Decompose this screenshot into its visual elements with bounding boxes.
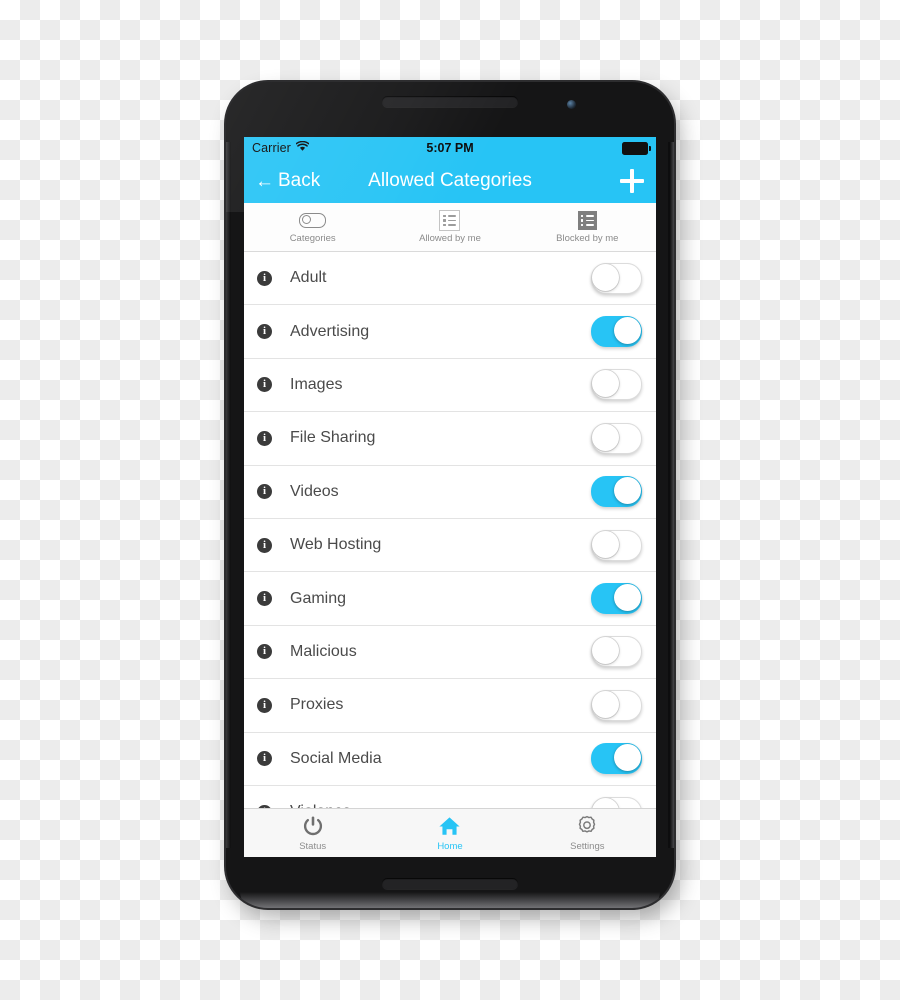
list-filled-icon bbox=[577, 211, 597, 231]
tab-home[interactable]: Home bbox=[381, 809, 518, 857]
table-row[interactable]: i File Sharing bbox=[244, 412, 656, 466]
device-bottom-sheen bbox=[240, 892, 660, 908]
category-list[interactable]: i Adult i Advertising i Images i File Sharing i V… bbox=[244, 252, 656, 808]
back-button[interactable]: ← Back bbox=[255, 170, 320, 192]
segmented-toolbar: Categories Allowed by me Blocked by me bbox=[244, 203, 656, 252]
carrier-label: Carrier bbox=[252, 141, 291, 155]
battery-full-icon bbox=[622, 141, 651, 155]
category-toggle[interactable] bbox=[591, 262, 642, 294]
table-row[interactable]: i Gaming bbox=[244, 572, 656, 626]
front-camera-icon bbox=[567, 100, 576, 109]
back-arrow-icon: ← bbox=[255, 170, 274, 192]
navigation-bar: ← Back Allowed Categories bbox=[244, 159, 656, 203]
info-icon[interactable]: i bbox=[257, 270, 272, 286]
info-icon[interactable]: i bbox=[257, 591, 272, 607]
category-toggle[interactable] bbox=[591, 476, 642, 508]
page-canvas: Carrier 5:07 PM ← Back Allowed Categorie… bbox=[0, 0, 900, 1000]
status-bar-right bbox=[622, 141, 651, 155]
info-icon[interactable]: i bbox=[257, 484, 272, 500]
category-label: File Sharing bbox=[290, 429, 376, 447]
back-button-label: Back bbox=[278, 170, 321, 191]
info-icon[interactable]: i bbox=[257, 644, 272, 660]
category-label: Social Media bbox=[290, 749, 382, 767]
table-row[interactable]: i Videos bbox=[244, 465, 656, 519]
table-row[interactable]: i Adult bbox=[244, 252, 656, 306]
segment-blocked-by-me[interactable]: Blocked by me bbox=[519, 203, 656, 251]
category-toggle[interactable] bbox=[591, 636, 642, 668]
toggle-knob bbox=[592, 263, 619, 291]
tab-status[interactable]: Status bbox=[244, 809, 381, 857]
add-category-button[interactable] bbox=[619, 168, 645, 194]
table-row[interactable]: i Web Hosting bbox=[244, 518, 656, 573]
list-outline-icon bbox=[439, 210, 461, 231]
table-row[interactable]: i Proxies bbox=[244, 679, 656, 733]
info-icon[interactable]: i bbox=[257, 377, 272, 393]
toggle-knob bbox=[614, 744, 641, 772]
category-toggle[interactable] bbox=[591, 422, 642, 454]
device-right-edge bbox=[668, 142, 674, 848]
category-label: Images bbox=[290, 375, 343, 393]
info-icon[interactable]: i bbox=[257, 537, 272, 553]
table-row[interactable]: i Advertising bbox=[244, 305, 656, 359]
toggle-knob bbox=[614, 584, 641, 612]
toggle-knob bbox=[592, 690, 619, 718]
toggle-knob bbox=[592, 530, 619, 558]
home-icon bbox=[438, 814, 461, 838]
category-toggle[interactable] bbox=[591, 689, 642, 721]
table-row[interactable]: i Malicious bbox=[244, 625, 656, 680]
category-label: Adult bbox=[290, 269, 327, 287]
table-row[interactable]: i Images bbox=[244, 358, 656, 413]
category-label: Videos bbox=[290, 482, 339, 500]
status-bar-left: Carrier bbox=[252, 140, 310, 155]
wifi-icon bbox=[295, 140, 310, 155]
device-left-edge bbox=[226, 142, 231, 848]
table-row[interactable]: i Social Media bbox=[244, 732, 656, 786]
segment-allowed-by-me[interactable]: Allowed by me bbox=[381, 203, 518, 251]
category-toggle[interactable] bbox=[591, 743, 642, 775]
tab-home-label: Home bbox=[437, 841, 463, 852]
bottom-tab-bar: Status Home Settings bbox=[244, 808, 656, 857]
category-label: Advertising bbox=[290, 322, 370, 340]
category-label: Malicious bbox=[290, 642, 357, 660]
category-label: Web Hosting bbox=[290, 536, 382, 554]
category-toggle[interactable] bbox=[591, 583, 642, 615]
info-icon[interactable]: i bbox=[257, 324, 272, 340]
phone-device-frame: Carrier 5:07 PM ← Back Allowed Categorie… bbox=[226, 82, 674, 908]
tab-settings-label: Settings bbox=[570, 841, 605, 852]
earpiece-speaker-icon bbox=[382, 96, 518, 107]
info-icon[interactable]: i bbox=[257, 697, 272, 713]
segment-allowed-by-me-label: Allowed by me bbox=[419, 232, 481, 244]
toggle-knob bbox=[592, 637, 619, 665]
table-row[interactable]: iViolence bbox=[244, 785, 656, 808]
segment-blocked-by-me-label: Blocked by me bbox=[556, 232, 619, 244]
info-icon[interactable]: i bbox=[257, 751, 272, 767]
status-bar: Carrier 5:07 PM bbox=[244, 137, 656, 159]
category-label: Proxies bbox=[290, 696, 344, 714]
toggle-knob bbox=[592, 423, 619, 451]
tab-status-label: Status bbox=[299, 841, 327, 852]
category-toggle[interactable] bbox=[591, 316, 642, 348]
segment-categories-label: Categories bbox=[289, 232, 336, 244]
toggle-knob bbox=[592, 797, 619, 808]
category-toggle[interactable] bbox=[591, 529, 642, 561]
category-toggle[interactable] bbox=[591, 369, 642, 401]
category-label: Gaming bbox=[290, 589, 347, 607]
segment-categories[interactable]: Categories bbox=[244, 203, 381, 251]
bottom-speaker-icon bbox=[382, 878, 518, 889]
tab-settings[interactable]: Settings bbox=[519, 809, 656, 857]
toggle-pill-icon bbox=[299, 211, 327, 231]
power-icon bbox=[302, 814, 324, 838]
toggle-knob bbox=[614, 317, 641, 345]
toggle-knob bbox=[614, 477, 641, 505]
phone-screen: Carrier 5:07 PM ← Back Allowed Categorie… bbox=[244, 137, 656, 857]
gear-icon bbox=[576, 814, 598, 838]
toggle-knob bbox=[592, 370, 619, 398]
info-icon[interactable]: i bbox=[257, 430, 272, 446]
category-toggle[interactable] bbox=[591, 796, 642, 808]
